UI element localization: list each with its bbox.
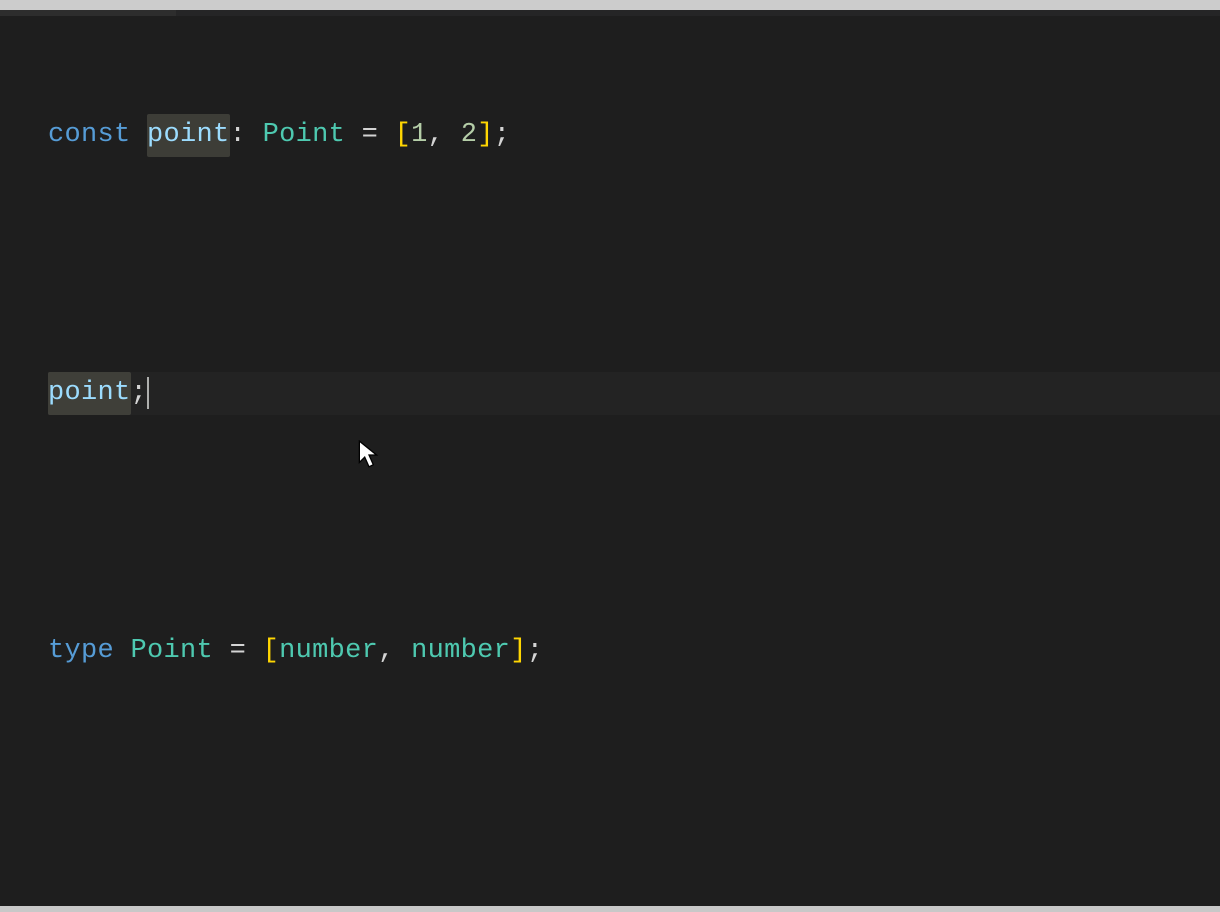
space [246, 630, 263, 673]
primitive-type: number [411, 630, 510, 673]
window-titlebar [0, 0, 1220, 10]
keyword-type: type [48, 630, 114, 673]
semicolon: ; [494, 114, 511, 157]
semicolon: ; [527, 630, 544, 673]
number-literal: 2 [461, 114, 478, 157]
code-editor[interactable]: const point: Point = [1, 2]; point; type… [0, 16, 1220, 906]
code-line[interactable]: type Point = [number, number]; [48, 630, 1220, 673]
primitive-type: number [279, 630, 378, 673]
colon: : [230, 114, 247, 157]
code-line[interactable]: const point: Point = [1, 2]; [48, 114, 1220, 157]
code-line-current[interactable]: point; [48, 372, 1220, 415]
space [378, 114, 395, 157]
bracket-close: ] [477, 114, 494, 157]
space [213, 630, 230, 673]
variable-point: point [48, 372, 131, 415]
bracket-open: [ [395, 114, 412, 157]
window-bottom-strip [0, 906, 1220, 912]
mouse-pointer-icon [358, 440, 380, 470]
space [395, 630, 412, 673]
space [131, 114, 148, 157]
variable-point: point [147, 114, 230, 157]
keyword-const: const [48, 114, 131, 157]
type-annotation: Point [263, 114, 346, 157]
semicolon: ; [131, 372, 148, 415]
comma: , [428, 114, 445, 157]
space [114, 630, 131, 673]
space [444, 114, 461, 157]
type-name: Point [131, 630, 214, 673]
bracket-close: ] [510, 630, 527, 673]
equals: = [230, 630, 247, 673]
bracket-open: [ [263, 630, 280, 673]
comma: , [378, 630, 395, 673]
code-line-empty[interactable] [48, 243, 1220, 286]
space [246, 114, 263, 157]
equals: = [362, 114, 379, 157]
space [345, 114, 362, 157]
number-literal: 1 [411, 114, 428, 157]
text-cursor [147, 377, 149, 409]
code-line-empty[interactable] [48, 501, 1220, 544]
